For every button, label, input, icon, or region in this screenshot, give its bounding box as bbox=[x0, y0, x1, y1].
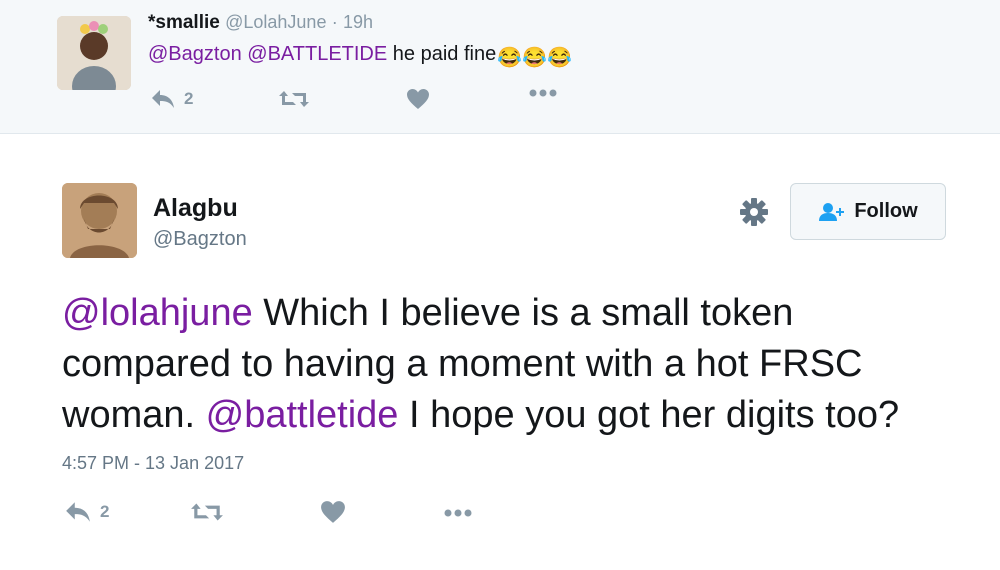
more-button[interactable] bbox=[442, 508, 474, 518]
author-handle[interactable]: @Bagzton bbox=[153, 228, 247, 251]
reply-icon bbox=[66, 502, 90, 522]
mention-link[interactable]: @Bagzton bbox=[148, 43, 242, 65]
more-icon bbox=[529, 89, 557, 97]
reply-text: @Bagzton @BATTLETIDE he paid fine😂😂😂 bbox=[148, 43, 572, 70]
heart-icon bbox=[321, 501, 345, 523]
reply-separator: · bbox=[331, 12, 338, 32]
reply-avatar[interactable] bbox=[57, 16, 131, 90]
reply-time[interactable]: 19h bbox=[343, 12, 373, 32]
mention-link[interactable]: @battletide bbox=[206, 394, 399, 436]
reply-body: he paid fine bbox=[392, 43, 497, 65]
author-name[interactable]: Alagbu bbox=[153, 194, 238, 223]
reply-tweet: *smallie @LolahJune · 19h @Bagzton @BATT… bbox=[0, 0, 1000, 134]
reply-button[interactable]: 2 bbox=[64, 500, 109, 524]
retweet-icon bbox=[279, 91, 309, 107]
reply-author-handle[interactable]: @LolahJune bbox=[225, 12, 326, 32]
tweet-body-part: I hope you got her digits too? bbox=[409, 394, 900, 436]
retweet-button[interactable] bbox=[278, 88, 310, 110]
reply-action-bar: 2 bbox=[148, 88, 588, 114]
tears-of-joy-emoji: 😂😂😂 bbox=[497, 47, 572, 69]
retweet-button[interactable] bbox=[190, 500, 224, 524]
more-button[interactable] bbox=[528, 88, 558, 98]
follow-button[interactable]: Follow bbox=[790, 183, 946, 240]
reply-count: 2 bbox=[100, 502, 110, 521]
tweet-timestamp[interactable]: 4:57 PM - 13 Jan 2017 bbox=[62, 453, 244, 474]
reply-header: *smallie @LolahJune · 19h bbox=[148, 12, 373, 34]
like-button[interactable] bbox=[406, 88, 430, 110]
reply-count: 2 bbox=[184, 89, 194, 108]
heart-icon bbox=[407, 89, 429, 109]
follow-label: Follow bbox=[854, 200, 918, 222]
like-button[interactable] bbox=[320, 500, 346, 524]
reply-button[interactable]: 2 bbox=[150, 88, 193, 110]
tweet-text: @lolahjune Which I believe is a small to… bbox=[62, 288, 972, 441]
mention-link[interactable]: @BATTLETIDE bbox=[247, 43, 387, 65]
reply-icon bbox=[152, 90, 174, 108]
follow-user-icon bbox=[819, 202, 845, 221]
author-avatar[interactable] bbox=[62, 183, 137, 258]
mention-link[interactable]: @lolahjune bbox=[62, 292, 253, 334]
gear-icon[interactable] bbox=[739, 197, 769, 227]
tweet-action-bar: 2 bbox=[62, 500, 502, 530]
reply-author-name[interactable]: *smallie bbox=[148, 12, 220, 33]
retweet-icon bbox=[191, 503, 223, 521]
more-icon bbox=[444, 509, 472, 517]
